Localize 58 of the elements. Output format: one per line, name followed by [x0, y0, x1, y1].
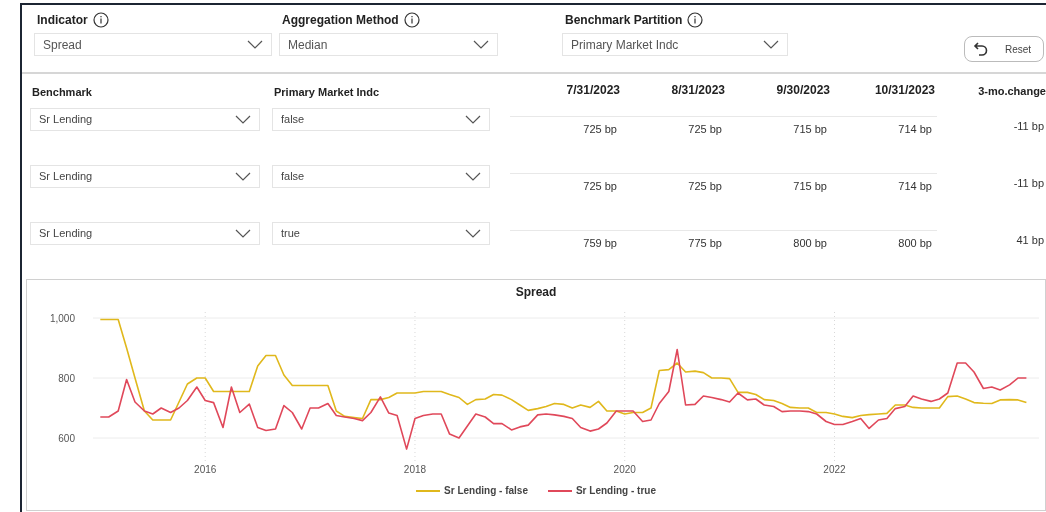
dropdown[interactable]: false: [272, 108, 490, 131]
table-cell-text: 759 bp: [582, 236, 618, 251]
column-header: 8/31/2023: [670, 82, 726, 99]
chevron-down-icon: [235, 172, 251, 181]
chart-title: Spread: [515, 284, 557, 301]
chevron-down-icon: [235, 229, 251, 238]
axis-label: 1,000: [49, 313, 75, 324]
dropdown[interactable]: Spread: [34, 33, 272, 56]
table-cell-text: 715 bp: [792, 179, 828, 194]
chevron-down-icon: [247, 40, 263, 49]
dropdown[interactable]: true: [272, 222, 490, 245]
column-header: 7/31/2023: [565, 82, 621, 99]
chevron-down-icon: [473, 40, 489, 49]
dropdown[interactable]: Sr Lending: [30, 108, 260, 131]
axis-label: 2018: [403, 464, 427, 475]
info-icon[interactable]: [687, 12, 704, 28]
chevron-down-icon: [465, 229, 481, 238]
column-header: 10/31/2023: [873, 82, 936, 99]
table-cell-text: 725 bp: [582, 122, 618, 137]
chevron-down-icon: [465, 115, 481, 124]
table-cell-text: 714 bp: [897, 179, 933, 194]
table-cell-text: 800 bp: [792, 236, 828, 251]
table-cell-text: 800 bp: [897, 236, 933, 251]
table-cell-text: 715 bp: [792, 122, 828, 137]
info-icon[interactable]: [92, 12, 109, 28]
legend-label: Sr Lending - false: [444, 484, 528, 498]
dropdown[interactable]: Median: [279, 33, 498, 56]
reset-button[interactable]: Reset: [964, 36, 1044, 62]
dropdown[interactable]: Sr Lending: [30, 165, 260, 188]
legend-label: Sr Lending - true: [575, 484, 656, 498]
chevron-down-icon: [235, 115, 251, 124]
chevron-down-icon: [465, 172, 481, 181]
undo-icon: [973, 41, 989, 57]
axis-label: 800: [58, 373, 75, 384]
table-cell-text: 714 bp: [897, 122, 933, 137]
column-header: 9/30/2023: [775, 82, 831, 99]
table-cell-text: 41 bp: [1015, 233, 1045, 248]
axis-label: 2022: [823, 464, 846, 475]
axis-label: 2020: [613, 464, 636, 475]
dropdown[interactable]: Sr Lending: [30, 222, 260, 245]
axis-label: 600: [58, 433, 75, 444]
column-header: Primary Market Indc: [273, 84, 381, 100]
dropdown[interactable]: Primary Market Indc: [562, 33, 788, 56]
filter-label: Indicator: [37, 12, 88, 29]
table-cell-text: 725 bp: [687, 179, 723, 194]
dropdown[interactable]: false: [272, 165, 490, 188]
table-cell-text: 775 bp: [687, 236, 723, 251]
axis-label: 2016: [194, 464, 217, 475]
filter-label: Benchmark Partition: [565, 12, 683, 29]
table-cell-text: 725 bp: [582, 179, 618, 194]
filter-label: Aggregation Method: [282, 12, 399, 29]
table-cell-text: -11 bp: [1012, 119, 1045, 134]
column-header: Benchmark: [31, 84, 93, 100]
info-icon[interactable]: [403, 12, 420, 28]
chevron-down-icon: [763, 40, 779, 49]
table-cell-text: -11 bp: [1012, 176, 1045, 191]
column-header: 3-mo.change: [977, 83, 1046, 99]
table-cell-text: 725 bp: [687, 122, 723, 137]
